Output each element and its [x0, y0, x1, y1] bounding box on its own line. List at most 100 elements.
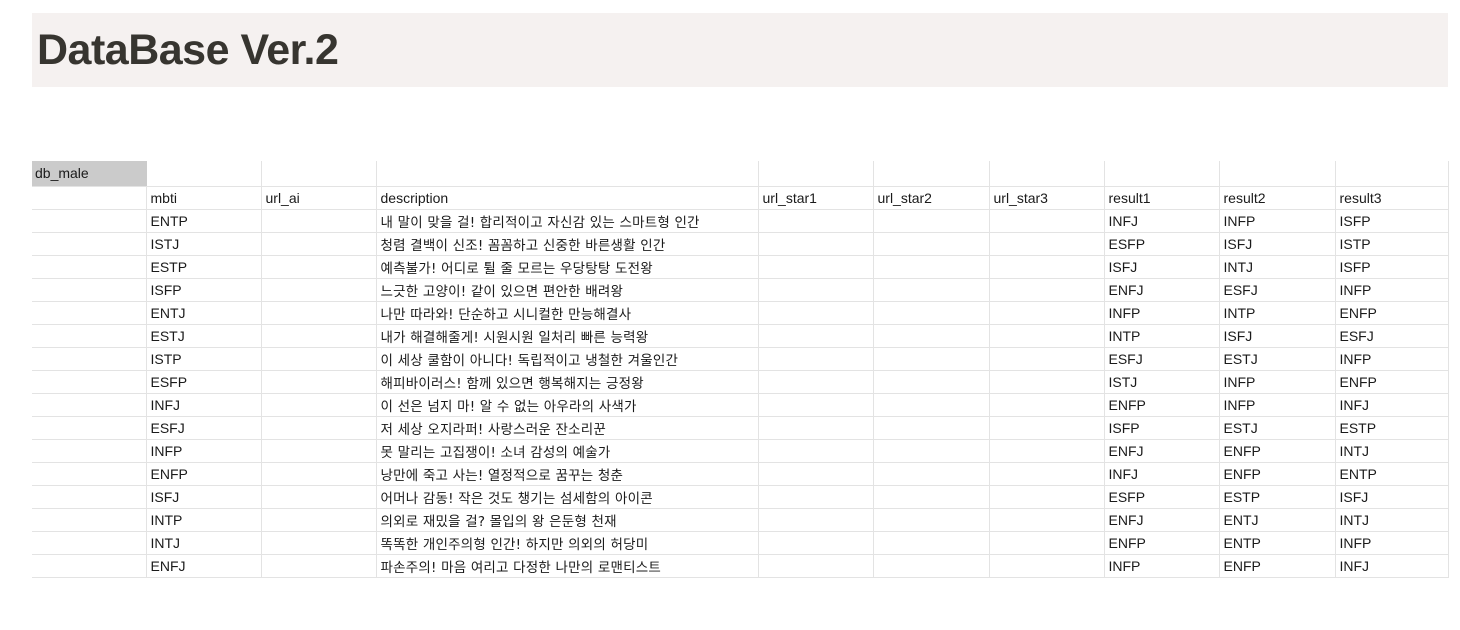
column-header-mbti[interactable]: mbti — [146, 186, 262, 210]
cell-url-star2[interactable] — [873, 531, 990, 555]
cell-result1[interactable]: INFJ — [1104, 462, 1220, 486]
row-label-cell[interactable] — [32, 347, 147, 371]
cell-result2[interactable]: ESTJ — [1219, 347, 1336, 371]
cell-url-star2[interactable] — [873, 278, 990, 302]
cell-result2[interactable]: INFP — [1219, 370, 1336, 394]
cell-url-star2[interactable] — [873, 232, 990, 256]
cell-result1[interactable]: ISFP — [1104, 416, 1220, 440]
cell-description[interactable]: 못 말리는 고집쟁이! 소녀 감성의 예술가 — [376, 439, 759, 463]
cell-result2[interactable]: INTJ — [1219, 255, 1336, 279]
cell-url-star1[interactable] — [758, 508, 874, 532]
cell-result1[interactable]: ISFJ — [1104, 255, 1220, 279]
empty-cell[interactable] — [146, 161, 262, 187]
cell-result2[interactable]: ISFJ — [1219, 232, 1336, 256]
cell-url-star3[interactable] — [989, 439, 1105, 463]
column-header-url-star3[interactable]: url_star3 — [989, 186, 1105, 210]
column-header-result3[interactable]: result3 — [1335, 186, 1449, 210]
cell-result1[interactable]: ENFJ — [1104, 508, 1220, 532]
cell-result3[interactable]: INFJ — [1335, 554, 1449, 578]
cell-result3[interactable]: ESTP — [1335, 416, 1449, 440]
cell-url-star2[interactable] — [873, 324, 990, 348]
cell-url-star2[interactable] — [873, 485, 990, 509]
empty-cell[interactable] — [758, 161, 874, 187]
empty-cell[interactable] — [376, 161, 759, 187]
cell-description[interactable]: 내 말이 맞을 걸! 합리적이고 자신감 있는 스마트형 인간 — [376, 209, 759, 233]
cell-result3[interactable]: ISTP — [1335, 232, 1449, 256]
cell-result3[interactable]: ISFJ — [1335, 485, 1449, 509]
cell-mbti[interactable]: ENFP — [146, 462, 262, 486]
row-label-cell[interactable] — [32, 508, 147, 532]
cell-mbti[interactable]: ENFJ — [146, 554, 262, 578]
cell-result1[interactable]: INFJ — [1104, 209, 1220, 233]
cell-mbti[interactable]: ESTP — [146, 255, 262, 279]
cell-url-ai[interactable] — [261, 416, 377, 440]
cell-url-ai[interactable] — [261, 508, 377, 532]
row-label-cell[interactable] — [32, 278, 147, 302]
cell-mbti[interactable]: ISFP — [146, 278, 262, 302]
cell-url-star2[interactable] — [873, 462, 990, 486]
sheet-name-cell[interactable]: db_male — [32, 161, 147, 187]
cell-url-ai[interactable] — [261, 301, 377, 325]
cell-mbti[interactable]: INFP — [146, 439, 262, 463]
cell-description[interactable]: 이 세상 쿨함이 아니다! 독립적이고 냉철한 겨울인간 — [376, 347, 759, 371]
cell-result3[interactable]: ISFP — [1335, 255, 1449, 279]
cell-result3[interactable]: INFJ — [1335, 393, 1449, 417]
cell-result2[interactable]: INFP — [1219, 209, 1336, 233]
cell-result3[interactable]: INTJ — [1335, 439, 1449, 463]
empty-cell[interactable] — [1219, 161, 1336, 187]
cell-description[interactable]: 내가 해결해줄게! 시원시원 일처리 빠른 능력왕 — [376, 324, 759, 348]
row-label-cell[interactable] — [32, 324, 147, 348]
cell-url-star3[interactable] — [989, 232, 1105, 256]
cell-url-star2[interactable] — [873, 347, 990, 371]
cell-mbti[interactable]: ISTP — [146, 347, 262, 371]
cell-url-star3[interactable] — [989, 531, 1105, 555]
cell-description[interactable]: 해피바이러스! 함께 있으면 행복해지는 긍정왕 — [376, 370, 759, 394]
row-label-cell[interactable] — [32, 301, 147, 325]
row-label-cell[interactable] — [32, 255, 147, 279]
cell-url-ai[interactable] — [261, 347, 377, 371]
cell-url-star1[interactable] — [758, 209, 874, 233]
cell-url-star1[interactable] — [758, 324, 874, 348]
cell-url-ai[interactable] — [261, 278, 377, 302]
cell-result1[interactable]: ENFP — [1104, 393, 1220, 417]
cell-url-ai[interactable] — [261, 554, 377, 578]
cell-url-star3[interactable] — [989, 393, 1105, 417]
cell-url-ai[interactable] — [261, 255, 377, 279]
cell-description[interactable]: 느긋한 고양이! 같이 있으면 편안한 배려왕 — [376, 278, 759, 302]
cell-description[interactable]: 청렴 결백이 신조! 꼼꼼하고 신중한 바른생활 인간 — [376, 232, 759, 256]
empty-cell[interactable] — [873, 161, 990, 187]
row-label-cell[interactable] — [32, 232, 147, 256]
cell-mbti[interactable]: INTP — [146, 508, 262, 532]
cell-url-star3[interactable] — [989, 508, 1105, 532]
cell-result2[interactable]: ENTP — [1219, 531, 1336, 555]
cell-result3[interactable]: ENTP — [1335, 462, 1449, 486]
cell-url-star1[interactable] — [758, 393, 874, 417]
cell-description[interactable]: 어머나 감동! 작은 것도 챙기는 섬세함의 아이콘 — [376, 485, 759, 509]
cell-result2[interactable]: INFP — [1219, 393, 1336, 417]
cell-description[interactable]: 낭만에 죽고 사는! 열정적으로 꿈꾸는 청춘 — [376, 462, 759, 486]
cell-url-star3[interactable] — [989, 278, 1105, 302]
cell-result1[interactable]: ESFJ — [1104, 347, 1220, 371]
cell-result3[interactable]: ISFP — [1335, 209, 1449, 233]
cell-url-star1[interactable] — [758, 485, 874, 509]
cell-result2[interactable]: ESTP — [1219, 485, 1336, 509]
cell-url-star1[interactable] — [758, 554, 874, 578]
cell-url-star1[interactable] — [758, 255, 874, 279]
cell-result2[interactable]: ENFP — [1219, 554, 1336, 578]
column-header-url-ai[interactable]: url_ai — [261, 186, 377, 210]
cell-url-ai[interactable] — [261, 370, 377, 394]
cell-mbti[interactable]: ESFJ — [146, 416, 262, 440]
cell-url-star1[interactable] — [758, 531, 874, 555]
cell-url-star3[interactable] — [989, 255, 1105, 279]
cell-mbti[interactable]: INTJ — [146, 531, 262, 555]
cell-description[interactable]: 나만 따라와! 단순하고 시니컬한 만능해결사 — [376, 301, 759, 325]
cell-result2[interactable]: ENFP — [1219, 462, 1336, 486]
empty-cell[interactable] — [261, 161, 377, 187]
cell-result3[interactable]: ESFJ — [1335, 324, 1449, 348]
column-header-url-star1[interactable]: url_star1 — [758, 186, 874, 210]
cell-url-star3[interactable] — [989, 209, 1105, 233]
cell-url-star2[interactable] — [873, 554, 990, 578]
cell-result2[interactable]: INTP — [1219, 301, 1336, 325]
cell-result1[interactable]: INFP — [1104, 301, 1220, 325]
cell-mbti[interactable]: ENTJ — [146, 301, 262, 325]
